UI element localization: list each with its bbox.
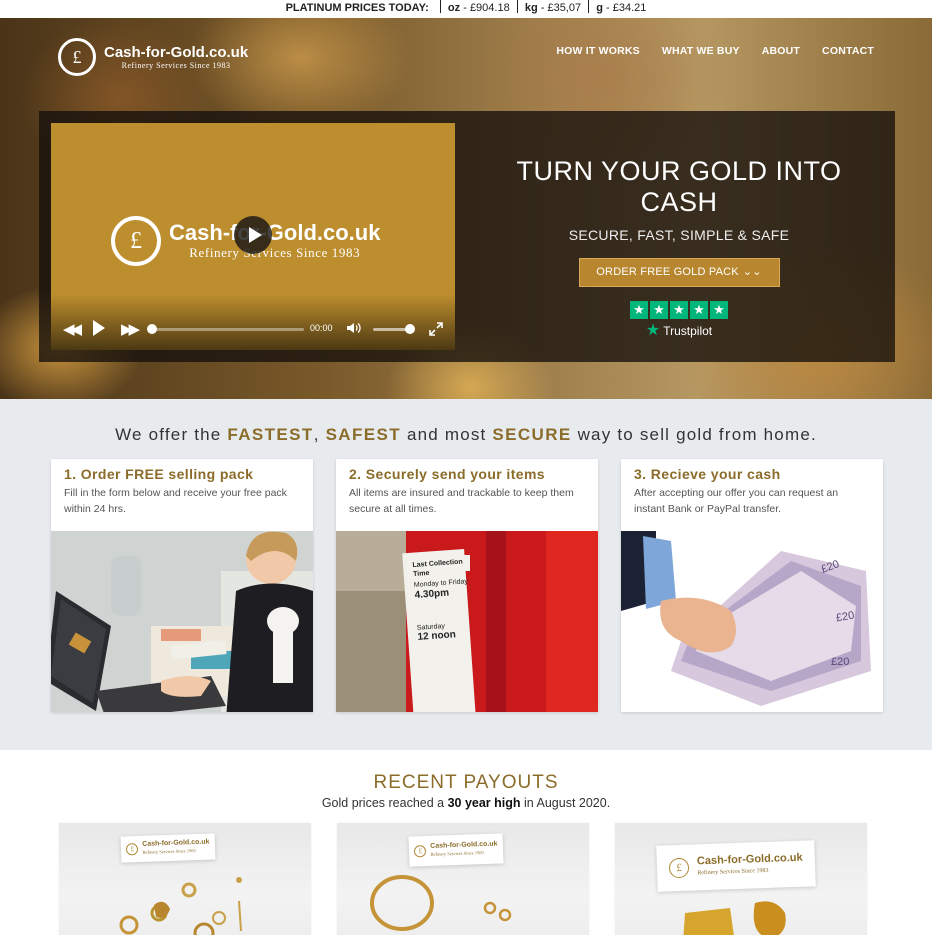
price-ticker: PLATINUM PRICES TODAY: oz - £904.18 kg -… <box>0 0 932 18</box>
banknote-label-3: £20 <box>831 656 850 668</box>
star-icon: ★ <box>670 301 688 319</box>
gold-bar-image <box>683 901 786 935</box>
nav-about[interactable]: ABOUT <box>762 45 800 57</box>
time-display: 00:00 <box>310 323 333 333</box>
ticker-item-g: g - £34.21 <box>596 2 647 14</box>
how-it-works-section: We offer the FASTEST, SAFEST and most SE… <box>0 399 932 750</box>
progress-track[interactable] <box>149 328 304 331</box>
step-cards: 1. Order FREE selling pack Fill in the f… <box>51 459 883 712</box>
star-icon: ★ <box>630 301 648 319</box>
trustpilot-logo[interactable]: ★ Trustpilot <box>479 322 879 339</box>
person-laptop-image <box>51 531 313 712</box>
hero-subtitle: SECURE, FAST, SIMPLE & SAFE <box>568 227 790 243</box>
logo-tagline: Refinery Services Since 1983 <box>121 60 231 70</box>
ticker-item-oz: oz - £904.18 <box>447 2 510 14</box>
trustpilot-star-icon: ★ <box>645 322 661 339</box>
video-controls: ◀◀ ▶▶ 00:00 <box>51 294 455 350</box>
recent-payouts-section: RECENT PAYOUTS Gold prices reached a 30 … <box>0 750 932 935</box>
volume-icon[interactable] <box>347 322 361 334</box>
steps-headline: We offer the FASTEST, SAFEST and most SE… <box>115 425 817 444</box>
play-icon[interactable] <box>93 320 105 336</box>
collection-notice: Last Collection Time Monday to Friday 4.… <box>412 558 469 643</box>
step-description: All items are insured and trackable to k… <box>349 487 574 515</box>
ticker-divider <box>439 0 441 13</box>
jewellery-image <box>119 877 242 935</box>
star-icon: ★ <box>690 301 708 319</box>
bangle-image <box>370 875 512 931</box>
video-player[interactable]: £ Cash-for-Gold.co.uk Refinery Services … <box>51 123 455 350</box>
ticker-item-kg: kg - £35,07 <box>524 2 582 14</box>
order-gold-pack-button[interactable]: ORDER FREE GOLD PACK ⌄⌄ <box>578 258 780 287</box>
nav-what-we-buy[interactable]: WHAT WE BUY <box>662 45 740 57</box>
payout-card-bullion[interactable]: £ Cash-for-Gold.co.uk Refinery Services S… <box>615 823 867 935</box>
rewind-icon[interactable]: ◀◀ <box>63 320 82 338</box>
step-title: 2. Securely send your items <box>349 466 545 482</box>
site-logo[interactable]: £ Cash-for-Gold.co.uk Refinery Services … <box>58 38 248 76</box>
double-chevron-down-icon: ⌄⌄ <box>742 266 762 278</box>
logo-name: Cash-for-Gold.co.uk <box>104 43 249 61</box>
volume-knob[interactable] <box>405 324 415 334</box>
step-card-order: 1. Order FREE selling pack Fill in the f… <box>51 459 313 712</box>
pound-coin-icon: £ <box>111 216 161 266</box>
progress-knob[interactable] <box>147 324 157 334</box>
hero-section: £ Cash-for-Gold.co.uk Refinery Services … <box>0 18 932 399</box>
pound-coin-icon: £ <box>58 38 96 76</box>
step-card-cash: 3. Recieve your cash After accepting our… <box>621 459 883 712</box>
nav-contact[interactable]: CONTACT <box>822 45 874 57</box>
logo-text: Cash-for-Gold.co.uk Refinery Services Si… <box>104 43 249 70</box>
video-logo-name: Cash-for-Gold.co.uk <box>169 220 381 245</box>
play-overlay-button[interactable] <box>234 216 272 254</box>
step-title: 1. Order FREE selling pack <box>64 466 254 482</box>
star-icon: ★ <box>650 301 668 319</box>
nav-how-it-works[interactable]: HOW IT WORKS <box>556 45 639 57</box>
fast-forward-icon[interactable]: ▶▶ <box>121 320 140 338</box>
payout-card-bangle[interactable]: £ Cash-for-Gold.co.uk Refinery Services S… <box>337 823 589 935</box>
payouts-title: RECENT PAYOUTS <box>373 772 559 793</box>
trustpilot-rating[interactable]: ★ ★ ★ ★ ★ <box>479 301 879 319</box>
star-icon: ★ <box>710 301 728 319</box>
ticker-divider <box>516 0 518 13</box>
cash-in-hand-image: £20 £20 £20 <box>621 531 883 712</box>
step-description: After accepting our offer you can reques… <box>634 487 839 515</box>
hero-panel: £ Cash-for-Gold.co.uk Refinery Services … <box>39 111 895 362</box>
step-title: 3. Recieve your cash <box>634 466 781 482</box>
payout-card-jewellery[interactable]: £ Cash-for-Gold.co.uk Refinery Services S… <box>59 823 311 935</box>
ticker-label: PLATINUM PRICES TODAY: <box>285 2 429 14</box>
step-description: Fill in the form below and receive your … <box>64 487 287 515</box>
hero-title: TURN YOUR GOLD INTO CASH <box>516 156 842 217</box>
payout-cards: £ Cash-for-Gold.co.uk Refinery Services S… <box>59 823 867 935</box>
fullscreen-icon[interactable] <box>429 322 443 336</box>
main-nav: HOW IT WORKS WHAT WE BUY ABOUT CONTACT <box>556 45 874 57</box>
step-card-send: 2. Securely send your items All items ar… <box>336 459 598 712</box>
postbox-image: Last Collection Time Monday to Friday 4.… <box>336 531 598 712</box>
hero-text: TURN YOUR GOLD INTO CASH SECURE, FAST, S… <box>479 156 879 339</box>
payouts-subtitle: Gold prices reached a 30 year high in Au… <box>321 796 611 810</box>
video-logo-tagline: Refinery Services Since 1983 <box>189 245 361 260</box>
ticker-divider <box>588 0 590 13</box>
